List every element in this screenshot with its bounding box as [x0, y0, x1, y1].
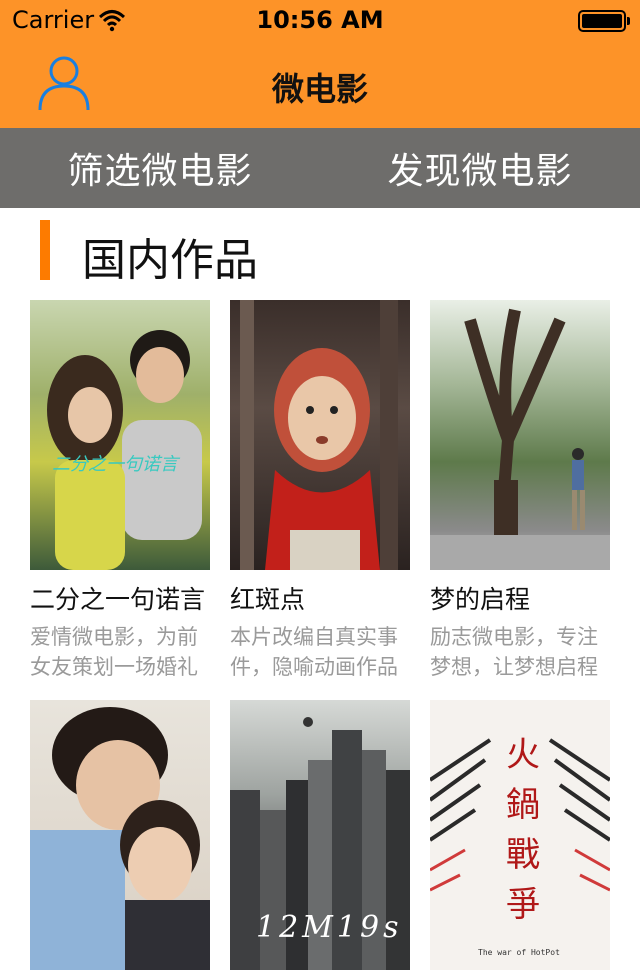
movie-poster[interactable] — [30, 700, 210, 970]
movie-poster[interactable]: 12M19s — [230, 700, 410, 970]
poster-title-text: 二分之一句诺言 — [52, 454, 178, 475]
navigation-bar: 微电影 — [0, 40, 640, 128]
movie-poster[interactable]: 二分之一句诺言 — [30, 300, 210, 570]
poster-title-text: 12M19s — [256, 910, 403, 945]
movie-card[interactable]: 梦的启程 励志微电影，专注梦想，让梦想启程 — [430, 300, 610, 682]
section-accent-bar — [40, 220, 50, 280]
movie-description: 爱情微电影，为前女友策划一场婚礼 — [30, 625, 198, 679]
battery-icon — [578, 10, 630, 32]
section-header: 国内作品 — [0, 208, 640, 300]
poster-subtitle-text: The war of HotPot — [478, 948, 560, 957]
status-bar: Carrier 10:56 AM — [0, 0, 640, 40]
movie-poster[interactable] — [430, 300, 610, 570]
movie-title: 二分之一句诺言 — [30, 585, 206, 614]
movie-title: 红斑点 — [230, 585, 306, 614]
page-title: 微电影 — [271, 70, 368, 108]
clock: 10:56 AM — [256, 6, 384, 34]
filter-movies-tab[interactable]: 筛选微电影 — [0, 128, 320, 208]
movie-description: 本片改编自真实事件，隐喻动画作品 — [230, 625, 398, 679]
section-title: 国内作品 — [82, 235, 258, 286]
segment-bar: 筛选微电影 发现微电影 — [0, 128, 640, 208]
movie-card[interactable]: 二分之一句诺言 二分之一句诺言 爱情微电影，为前女友策划一场婚礼 — [30, 300, 210, 682]
movie-description: 励志微电影，专注梦想，让梦想启程 — [430, 625, 598, 679]
discover-movies-tab[interactable]: 发现微电影 — [320, 128, 640, 208]
movie-card[interactable] — [30, 700, 210, 970]
movie-card[interactable]: 红斑点 本片改编自真实事件，隐喻动画作品 — [230, 300, 410, 682]
movie-card[interactable]: 火鍋戰爭 The war of HotPot — [430, 700, 610, 970]
movie-title: 梦的启程 — [430, 585, 531, 614]
movie-poster[interactable]: 火鍋戰爭 The war of HotPot — [430, 700, 610, 970]
movie-card[interactable]: 12M19s — [230, 700, 410, 970]
movie-poster[interactable] — [230, 300, 410, 570]
poster-title-text: 火鍋戰爭 — [506, 735, 540, 925]
